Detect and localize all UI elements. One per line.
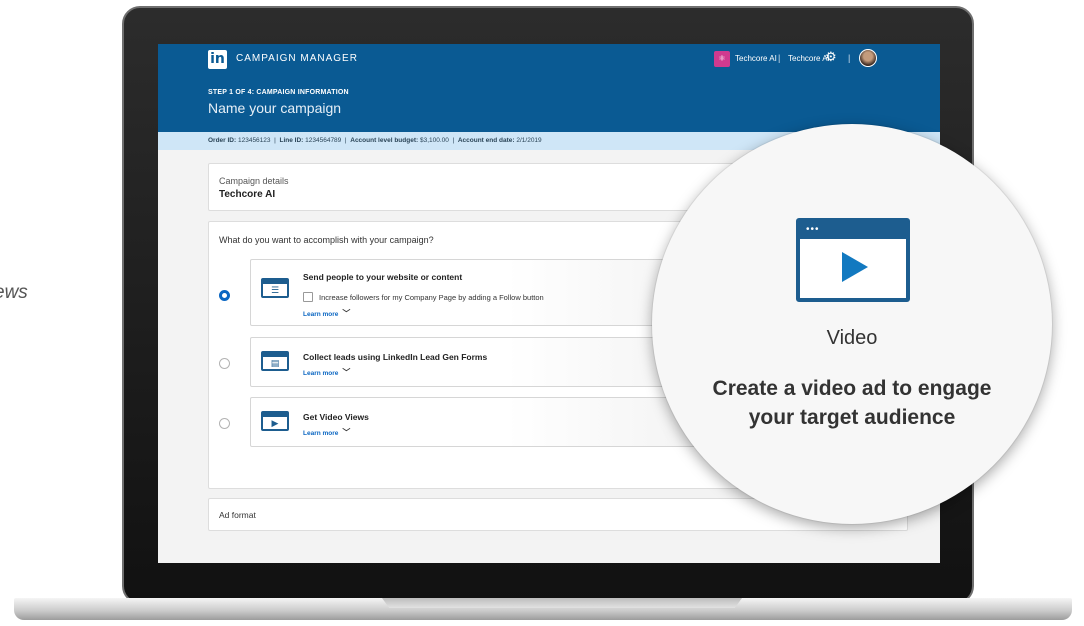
objective-radio-video-views[interactable] bbox=[219, 418, 230, 429]
linkedin-logo-icon[interactable]: in bbox=[208, 50, 227, 69]
budget-label: Account level budget: bbox=[350, 137, 419, 144]
step-indicator: STEP 1 OF 4: CAMPAIGN INFORMATION bbox=[208, 89, 349, 96]
campaign-name-value: Techcore AI bbox=[219, 189, 276, 200]
laptop-base bbox=[14, 598, 1072, 620]
callout-label: Video bbox=[826, 327, 878, 349]
follow-button-checkbox[interactable] bbox=[303, 292, 313, 302]
chevron-down-icon: ﹀ bbox=[342, 368, 351, 377]
follow-button-checkbox-label: Increase followers for my Company Page b… bbox=[319, 293, 544, 302]
objective-question: What do you want to accomplish with your… bbox=[219, 235, 434, 245]
learn-more-link[interactable]: Learn more ﹀ bbox=[303, 308, 350, 319]
video-highlight-callout: ••• Video Create a video ad to engage yo… bbox=[652, 124, 1052, 524]
learn-more-link[interactable]: Learn more ﹀ bbox=[303, 367, 350, 378]
option-title: Get Video Views bbox=[303, 412, 369, 422]
page-title: Name your campaign bbox=[208, 100, 342, 116]
info-separator: | bbox=[344, 137, 347, 144]
line-id: 1234564789 bbox=[305, 137, 342, 144]
video-icon: ▶ bbox=[261, 411, 289, 431]
option-title: Send people to your website or content bbox=[303, 272, 463, 282]
campaign-details-label: Campaign details bbox=[219, 176, 289, 186]
order-id: 123456123 bbox=[237, 137, 271, 144]
chevron-down-icon: ﹀ bbox=[342, 428, 351, 437]
campaign-manager-header: in CAMPAIGN MANAGER ⚛ Techcore AI | Tech… bbox=[158, 44, 940, 132]
account-logo-icon[interactable]: ⚛ bbox=[714, 51, 730, 67]
background-caption: ews bbox=[0, 282, 28, 303]
avatar[interactable] bbox=[859, 49, 877, 67]
end-date-label: Account end date: bbox=[457, 137, 515, 144]
play-icon bbox=[842, 252, 868, 282]
option-title: Collect leads using LinkedIn Lead Gen Fo… bbox=[303, 352, 488, 362]
objective-radio-lead-gen[interactable] bbox=[219, 358, 230, 369]
video-player-icon: ••• bbox=[796, 218, 910, 302]
laptop-notch bbox=[382, 598, 742, 608]
header-separator: | bbox=[848, 53, 851, 63]
info-separator: | bbox=[452, 137, 455, 144]
line-id-label: Line ID: bbox=[279, 137, 304, 144]
end-date-value: 2/1/2019 bbox=[516, 137, 542, 144]
window-dots: ••• bbox=[806, 224, 820, 235]
objective-radio-website[interactable] bbox=[219, 290, 230, 301]
learn-more-link[interactable]: Learn more ﹀ bbox=[303, 427, 350, 438]
account-switcher[interactable]: Techcore AI bbox=[735, 54, 777, 63]
header-separator: | bbox=[778, 53, 781, 63]
callout-description: Create a video ad to engage your target … bbox=[712, 377, 992, 429]
order-id-label: Order ID: bbox=[208, 137, 237, 144]
gear-icon[interactable]: ⚙ bbox=[825, 50, 839, 64]
app-name: CAMPAIGN MANAGER bbox=[236, 53, 358, 64]
info-separator: | bbox=[274, 137, 276, 144]
website-icon: ☰ bbox=[261, 278, 289, 298]
ad-format-label: Ad format bbox=[219, 510, 256, 520]
form-icon: ▤ bbox=[261, 351, 289, 371]
account-name[interactable]: Techcore AI bbox=[788, 54, 830, 63]
budget-value: $3,100.00 bbox=[419, 137, 449, 144]
chevron-down-icon: ﹀ bbox=[342, 309, 351, 318]
